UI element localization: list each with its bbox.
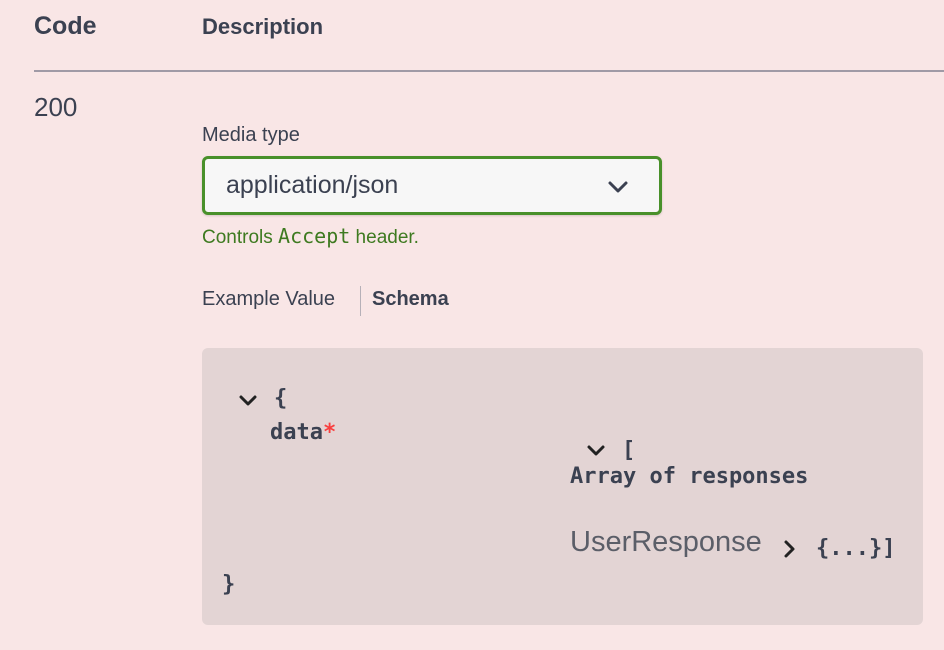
controls-accept-note: Controls Accept header. <box>202 224 419 249</box>
media-type-select[interactable]: application/json <box>202 156 662 215</box>
object-close-brace: } <box>222 572 236 597</box>
accept-header-name: Accept <box>278 224 351 248</box>
array-title: Array of responses <box>570 464 809 489</box>
schema-model-box: { data* [ Array of responses UserRespons… <box>202 348 923 625</box>
responses-panel: Code Description 200 Media type applicat… <box>0 0 944 650</box>
tab-divider <box>360 286 361 316</box>
code-column-header: Code <box>34 12 97 40</box>
chevron-down-icon[interactable] <box>238 394 258 408</box>
object-open-brace: { <box>274 386 288 411</box>
header-divider <box>34 70 944 72</box>
required-marker: * <box>322 420 337 445</box>
property-data: data* <box>270 420 336 445</box>
tab-schema[interactable]: Schema <box>372 288 449 311</box>
chevron-right-icon[interactable] <box>782 538 798 560</box>
tab-example-value[interactable]: Example Value <box>202 288 335 311</box>
chevron-down-icon[interactable] <box>586 444 606 458</box>
chevron-down-icon <box>608 181 628 193</box>
media-type-value: application/json <box>226 171 399 199</box>
model-name: UserResponse <box>570 526 762 558</box>
description-column-header: Description <box>202 14 324 39</box>
controls-suffix: header. <box>350 227 419 248</box>
property-name: data <box>270 420 323 445</box>
response-code: 200 <box>34 92 78 122</box>
controls-prefix: Controls <box>202 227 279 248</box>
collapsed-model[interactable]: {...}] <box>816 536 895 561</box>
array-open-bracket: [ <box>622 438 636 463</box>
media-type-label: Media type <box>202 124 300 146</box>
